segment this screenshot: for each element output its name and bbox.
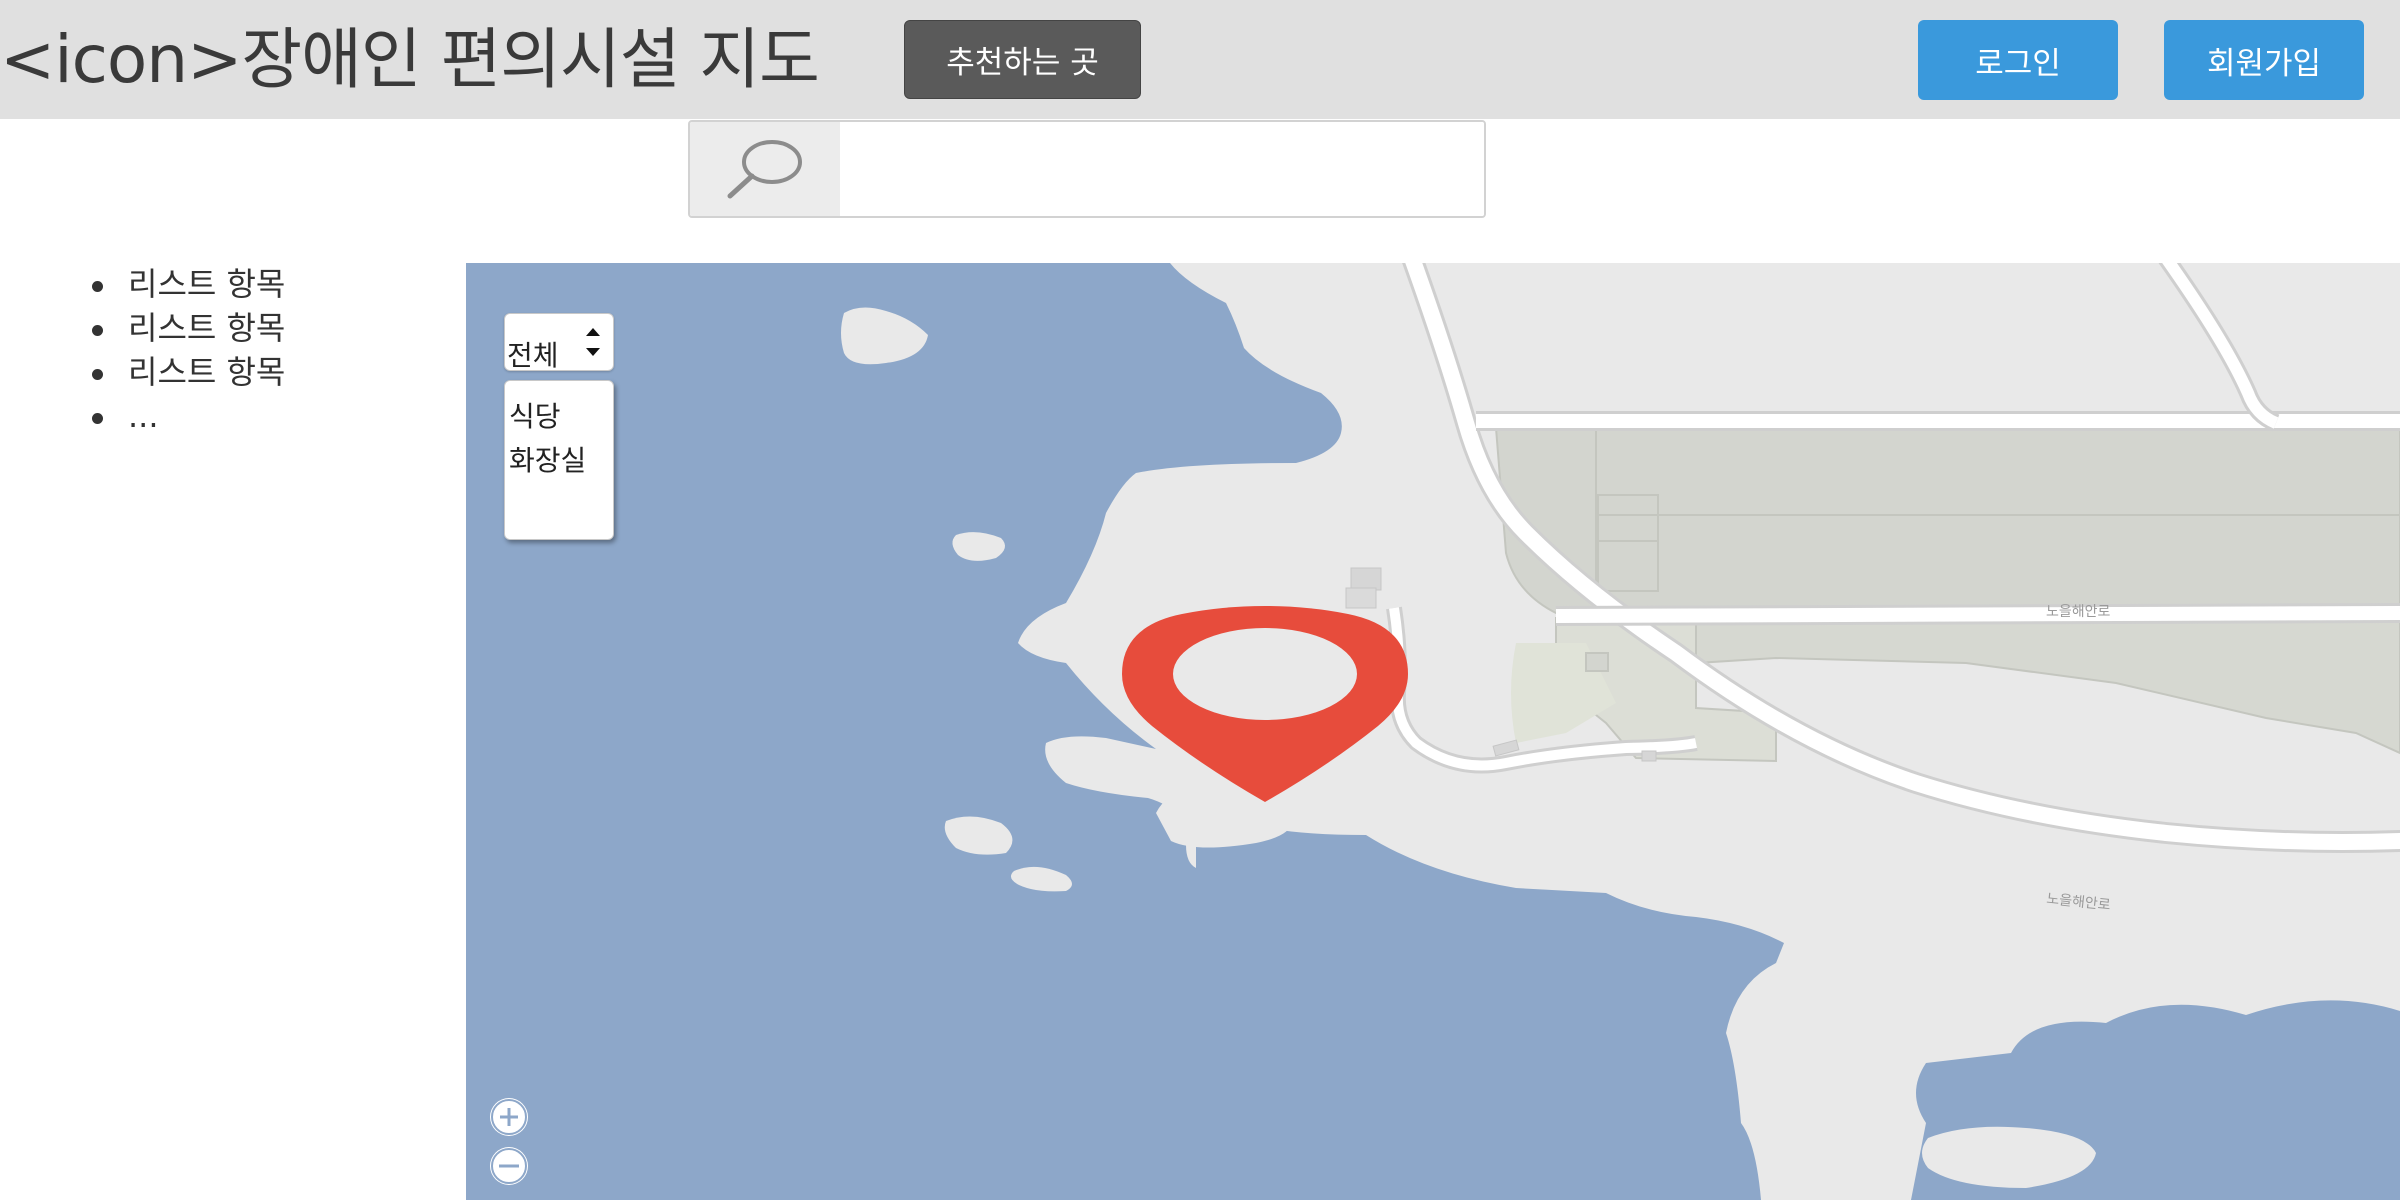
minus-icon: [491, 1148, 527, 1184]
header-bar: <icon>장애인 편의시설 지도 추천하는 곳 로그인 회원가입: [0, 0, 2400, 119]
category-select-value: 전체: [507, 339, 559, 372]
map-view[interactable]: 노을해안로 노을해안로 전체 식당 화장실: [466, 263, 2400, 1200]
site-title: <icon>장애인 편의시설 지도: [0, 21, 820, 98]
signup-button[interactable]: 회원가입: [2164, 20, 2364, 100]
category-option[interactable]: 식당: [505, 395, 613, 439]
zoom-in-button[interactable]: [490, 1098, 528, 1136]
search-bar: [688, 120, 1486, 218]
list-item[interactable]: ...: [92, 394, 285, 438]
search-button[interactable]: [690, 122, 840, 216]
stepper-arrows-icon: [586, 328, 600, 356]
zoom-out-button[interactable]: [490, 1147, 528, 1185]
facility-list: 리스트 항목 리스트 항목 리스트 항목 ...: [92, 262, 285, 438]
plus-icon: [491, 1099, 527, 1135]
category-select[interactable]: 전체: [504, 313, 614, 372]
list-item[interactable]: 리스트 항목: [92, 262, 285, 306]
category-option[interactable]: 화장실: [505, 439, 613, 483]
login-button[interactable]: 로그인: [1918, 20, 2118, 100]
category-options-list: 식당 화장실: [504, 380, 614, 540]
search-icon: [727, 140, 802, 199]
list-item[interactable]: 리스트 항목: [92, 350, 285, 394]
road-label: 노을해안로: [2046, 604, 2111, 620]
recommend-button[interactable]: 추천하는 곳: [904, 20, 1141, 99]
search-input[interactable]: [840, 122, 1484, 216]
list-item[interactable]: 리스트 항목: [92, 306, 285, 350]
map-tiles: 노을해안로 노을해안로: [466, 263, 2400, 1200]
map-pin-icon[interactable]: [1122, 606, 1408, 806]
